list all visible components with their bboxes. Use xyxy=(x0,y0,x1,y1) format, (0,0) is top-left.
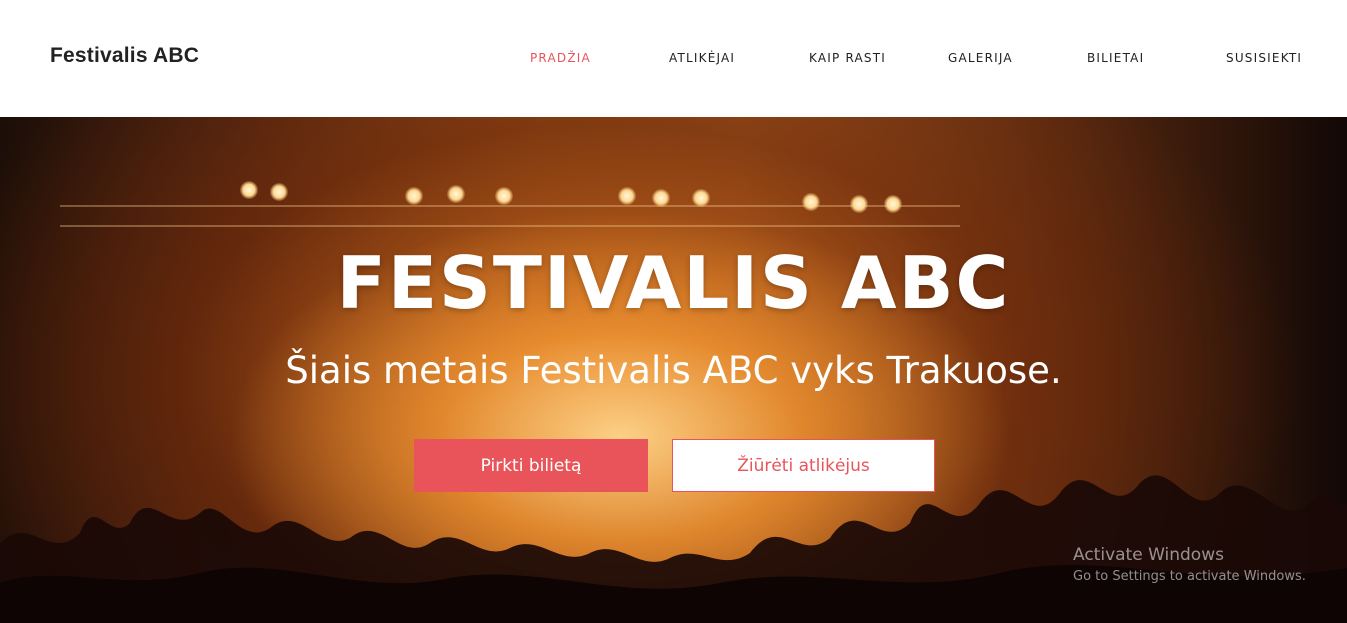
watermark-subtitle: Go to Settings to activate Windows. xyxy=(1073,569,1306,584)
hero-subtitle: Šiais metais Festivalis ABC vyks Trakuos… xyxy=(285,349,1062,392)
stage-light xyxy=(240,181,258,199)
hero-title: FESTIVALIS ABC xyxy=(336,241,1011,325)
stage-light xyxy=(692,189,710,207)
stage-light xyxy=(405,187,423,205)
stage-truss xyxy=(60,205,960,227)
nav-item-galerija[interactable]: GALERIJA xyxy=(948,51,1013,65)
stage-light xyxy=(850,195,868,213)
buy-ticket-button[interactable]: Pirkti bilietą xyxy=(414,439,648,492)
view-performers-button[interactable]: Žiūrėti atlikėjus xyxy=(672,439,935,492)
stage-light xyxy=(270,183,288,201)
stage-light xyxy=(618,187,636,205)
stage-light xyxy=(447,185,465,203)
nav-item-kaip-rasti[interactable]: KAIP RASTI xyxy=(809,51,886,65)
hero-section: FESTIVALIS ABC Šiais metais Festivalis A… xyxy=(0,117,1347,623)
stage-light xyxy=(652,189,670,207)
watermark-title: Activate Windows xyxy=(1073,545,1224,565)
nav-item-atlikejai[interactable]: ATLIKĖJAI xyxy=(669,51,735,65)
stage-light xyxy=(884,195,902,213)
navbar: Festivalis ABC PRADŽIA ATLIKĖJAI KAIP RA… xyxy=(0,0,1347,117)
stage-light xyxy=(802,193,820,211)
nav-item-pradzia[interactable]: PRADŽIA xyxy=(530,51,591,65)
brand-logo-link[interactable]: Festivalis ABC xyxy=(50,44,199,68)
stage-light xyxy=(495,187,513,205)
windows-activation-watermark: Activate Windows Go to Settings to activ… xyxy=(1073,545,1306,584)
nav-item-susisiekti[interactable]: SUSISIEKTI xyxy=(1226,51,1302,65)
nav-item-bilietai[interactable]: BILIETAI xyxy=(1087,51,1144,65)
